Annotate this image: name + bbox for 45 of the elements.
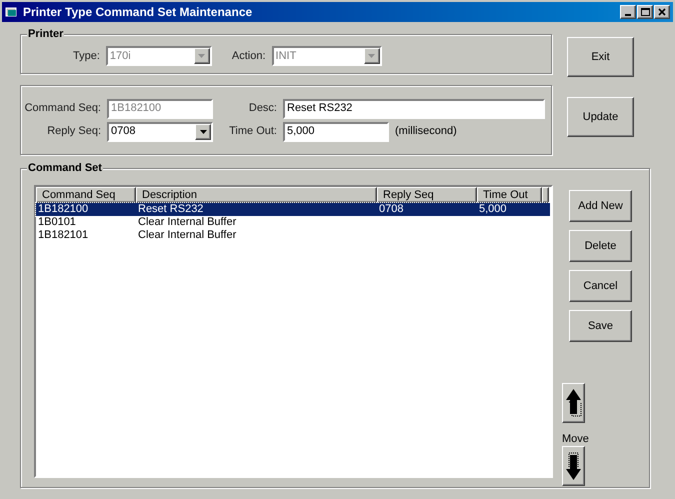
button[interactable]: Cancel <box>569 270 632 302</box>
up-arrow-icon <box>565 388 582 418</box>
list-view[interactable]: Command Seq Description Reply Seq Time Out 1B182100 Reset RS232 0708 5,000 1B0101 Clear Internal Buffer 1B182101 Clear Internal Buffer <box>34 185 553 478</box>
column-header-filler <box>542 187 549 203</box>
dropdown[interactable]: 0708 <box>107 122 213 142</box>
table-cell-text: 5,000 <box>478 203 508 216</box>
button[interactable]: Update <box>567 97 634 137</box>
button[interactable]: Delete <box>569 230 632 262</box>
column-header[interactable]: Time Out <box>477 187 542 203</box>
unit-label: (millisecond) <box>395 124 457 140</box>
table-cell-text: Clear Internal Buffer <box>137 229 238 242</box>
move-down-button[interactable] <box>562 446 585 486</box>
table-cell-text: 1B0101 <box>37 216 77 229</box>
move-up-button[interactable] <box>562 383 585 423</box>
field-label: Reply Seq: <box>46 124 101 140</box>
maximize-icon <box>640 8 650 16</box>
close-button[interactable] <box>654 5 670 19</box>
column-header[interactable]: Reply Seq <box>377 187 477 203</box>
input-field[interactable]: 5,000 <box>283 122 389 142</box>
table-row[interactable]: 1B182101 Clear Internal Buffer <box>36 229 550 242</box>
table-cell-text: Clear Internal Buffer <box>137 216 238 229</box>
button[interactable]: Save <box>569 310 632 342</box>
field-label: Action: <box>232 48 266 64</box>
button[interactable]: Add New <box>569 190 632 222</box>
table-row[interactable]: 1B0101 Clear Internal Buffer <box>36 216 550 229</box>
field-label: Desc: <box>248 101 277 116</box>
table-cell-text: 1B182101 <box>37 229 90 242</box>
table-cell-text: 0708 <box>378 203 404 216</box>
field-label: Type: <box>73 48 100 64</box>
button[interactable]: Exit <box>567 37 634 77</box>
table-cell-text: 1B182100 <box>37 203 90 216</box>
table-cell-text: Reset RS232 <box>137 203 204 216</box>
column-header[interactable]: Description <box>136 187 377 203</box>
column-header[interactable]: Command Seq <box>36 187 136 203</box>
close-icon <box>658 8 666 16</box>
field-label: Command Seq: <box>24 101 101 116</box>
window-title: Printer Type Command Set Maintenance <box>23 4 254 21</box>
maximize-button[interactable] <box>637 5 653 19</box>
table-row[interactable]: 1B182100 Reset RS232 0708 5,000 <box>36 203 550 216</box>
field-label: Time Out: <box>228 124 277 140</box>
app-icon <box>5 6 19 18</box>
down-arrow-icon <box>565 451 582 481</box>
input-field[interactable]: Reset RS232 <box>283 98 545 118</box>
minimize-button[interactable] <box>620 5 636 19</box>
move-label: Move <box>562 433 590 445</box>
